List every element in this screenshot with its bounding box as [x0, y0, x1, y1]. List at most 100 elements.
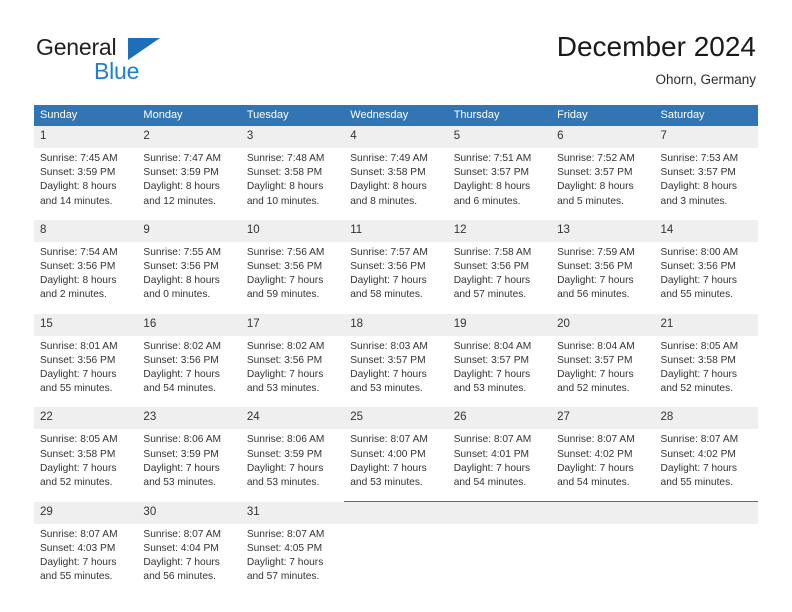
day-number: 12: [447, 219, 552, 242]
calendar-header-row: Sunday Monday Tuesday Wednesday Thursday…: [34, 105, 758, 126]
sunset-time: Sunset: 3:57 PM: [453, 354, 530, 366]
day-number: 9: [137, 219, 241, 242]
daylight-line1: Daylight: 7 hours: [453, 275, 531, 287]
daylight-line1: Daylight: 7 hours: [246, 557, 324, 569]
sunrise-sunset-calendar: Sunday Monday Tuesday Wednesday Thursday…: [34, 105, 758, 585]
day-details: Sunrise: 7:59 AM Sunset: 3:56 PM Daylight:…: [551, 242, 654, 303]
logo-text-general: General: [36, 34, 117, 60]
calendar-day-cell[interactable]: 3 Sunrise: 7:48 AM Sunset: 3:58 PM Daylight…: [240, 126, 345, 209]
daylight-line1: Daylight: 7 hours: [453, 462, 531, 474]
daylight-line1: Daylight: 7 hours: [143, 557, 220, 569]
sunset-time: Sunset: 3:58 PM: [350, 167, 426, 179]
day-details: Sunrise: 7:57 AM Sunset: 3:56 PM Daylight:…: [344, 242, 447, 303]
calendar-day-cell[interactable]: 14 Sunrise: 8:00 AM Sunset: 3:56 PM Dayligh…: [654, 219, 758, 303]
calendar-day-cell[interactable]: 7 Sunrise: 7:53 AM Sunset: 3:57 PM Daylight…: [654, 126, 758, 209]
sunrise-time: Sunrise: 8:02 AM: [143, 340, 222, 352]
sunset-time: Sunset: 3:56 PM: [557, 261, 633, 273]
sunrise-time: Sunrise: 8:07 AM: [143, 528, 222, 540]
calendar-day-cell[interactable]: 5 Sunrise: 7:51 AM Sunset: 3:57 PM Daylight…: [447, 126, 552, 209]
weekday-header-saturday: Saturday: [654, 105, 758, 126]
logo-sail-icon: [128, 38, 160, 60]
sunrise-time: Sunrise: 7:45 AM: [40, 153, 118, 164]
daylight-line2: and 57 minutes.: [246, 571, 320, 583]
daylight-line1: Daylight: 7 hours: [453, 369, 531, 381]
daylight-line2: and 54 minutes.: [453, 477, 527, 489]
day-details: Sunrise: 8:04 AM Sunset: 3:57 PM Daylight:…: [448, 336, 551, 397]
daylight-line1: Daylight: 8 hours: [557, 181, 634, 193]
calendar-day-cell[interactable]: 24 Sunrise: 8:06 AM Sunset: 3:59 PM Dayligh…: [240, 407, 345, 491]
calendar-day-cell[interactable]: 17 Sunrise: 8:02 AM Sunset: 3:56 PM Dayligh…: [240, 313, 345, 397]
week-spacer: [34, 208, 758, 220]
sunset-time: Sunset: 3:58 PM: [40, 448, 116, 460]
calendar-day-cell[interactable]: 20 Sunrise: 8:04 AM Sunset: 3:57 PM Dayligh…: [551, 313, 655, 397]
sunrise-time: Sunrise: 8:06 AM: [246, 434, 325, 446]
sunset-time: Sunset: 4:05 PM: [246, 542, 323, 554]
sunrise-time: Sunrise: 7:57 AM: [350, 246, 428, 258]
sunrise-time: Sunrise: 7:56 AM: [246, 246, 325, 258]
calendar-day-cell[interactable]: 1 Sunrise: 7:45 AM Sunset: 3:59 PM Daylight…: [34, 126, 138, 209]
calendar-day-cell[interactable]: 9 Sunrise: 7:55 AM Sunset: 3:56 PM Daylight…: [137, 219, 241, 303]
day-number: [551, 502, 655, 525]
title-block: December 2024 Ohorn, Germany: [557, 30, 756, 88]
daylight-line2: and 53 minutes.: [143, 477, 216, 489]
sunset-time: Sunset: 3:59 PM: [143, 167, 219, 179]
day-number: 11: [344, 219, 448, 242]
sunset-time: Sunset: 4:03 PM: [40, 542, 116, 554]
calendar-day-cell[interactable]: 11 Sunrise: 7:57 AM Sunset: 3:56 PM Dayligh…: [344, 219, 448, 303]
calendar-day-cell[interactable]: 25 Sunrise: 8:07 AM Sunset: 4:00 PM Dayligh…: [344, 407, 448, 491]
daylight-line1: Daylight: 7 hours: [246, 462, 324, 474]
calendar-day-cell[interactable]: 13 Sunrise: 7:59 AM Sunset: 3:56 PM Dayligh…: [551, 219, 655, 303]
daylight-line2: and 56 minutes.: [557, 289, 630, 301]
daylight-line1: Daylight: 7 hours: [40, 462, 117, 474]
calendar-day-cell[interactable]: 16 Sunrise: 8:02 AM Sunset: 3:56 PM Dayligh…: [137, 313, 241, 397]
calendar-day-cell[interactable]: 23 Sunrise: 8:06 AM Sunset: 3:59 PM Dayligh…: [137, 407, 241, 491]
day-details: Sunrise: 8:07 AM Sunset: 4:02 PM Daylight:…: [551, 429, 654, 490]
calendar-week-row: 22 Sunrise: 8:05 AM Sunset: 3:58 PM Dayligh…: [34, 407, 758, 491]
calendar-day-cell[interactable]: 19 Sunrise: 8:04 AM Sunset: 3:57 PM Dayligh…: [447, 313, 552, 397]
weekday-header-thursday: Thursday: [447, 105, 552, 126]
day-details: Sunrise: 7:55 AM Sunset: 3:56 PM Daylight:…: [137, 242, 240, 303]
logo-text-blue: Blue: [94, 58, 140, 84]
week-spacer: [34, 302, 758, 314]
calendar-day-cell[interactable]: 4 Sunrise: 7:49 AM Sunset: 3:58 PM Daylight…: [344, 126, 448, 209]
calendar-day-cell[interactable]: 6 Sunrise: 7:52 AM Sunset: 3:57 PM Daylight…: [551, 126, 655, 209]
calendar-day-cell[interactable]: 28 Sunrise: 8:07 AM Sunset: 4:02 PM Dayligh…: [654, 407, 758, 491]
calendar-day-cell[interactable]: 26 Sunrise: 8:07 AM Sunset: 4:01 PM Dayligh…: [447, 407, 552, 491]
daylight-line2: and 56 minutes.: [143, 571, 216, 583]
calendar-day-cell[interactable]: 15 Sunrise: 8:01 AM Sunset: 3:56 PM Dayligh…: [34, 313, 138, 397]
calendar-day-cell[interactable]: 22 Sunrise: 8:05 AM Sunset: 3:58 PM Dayligh…: [34, 407, 138, 491]
sunset-time: Sunset: 3:59 PM: [40, 167, 116, 179]
daylight-line2: and 57 minutes.: [453, 289, 527, 301]
calendar-day-cell[interactable]: 2 Sunrise: 7:47 AM Sunset: 3:59 PM Daylight…: [137, 126, 241, 209]
calendar-empty-cell: [344, 501, 448, 585]
calendar-day-cell[interactable]: 29 Sunrise: 8:07 AM Sunset: 4:03 PM Dayligh…: [34, 501, 138, 585]
week-spacer-cell: [34, 396, 758, 408]
calendar-day-cell[interactable]: 27 Sunrise: 8:07 AM Sunset: 4:02 PM Dayligh…: [551, 407, 655, 491]
calendar-day-cell[interactable]: 10 Sunrise: 7:56 AM Sunset: 3:56 PM Dayligh…: [240, 219, 345, 303]
daylight-line1: Daylight: 7 hours: [40, 369, 117, 381]
sunrise-time: Sunrise: 7:49 AM: [350, 153, 428, 164]
daylight-line1: Daylight: 7 hours: [350, 275, 427, 287]
daylight-line2: and 54 minutes.: [143, 383, 216, 395]
calendar-body: 1 Sunrise: 7:45 AM Sunset: 3:59 PM Daylight…: [34, 126, 758, 585]
sunrise-time: Sunrise: 7:52 AM: [557, 153, 635, 164]
day-number: 14: [654, 219, 758, 242]
sunrise-time: Sunrise: 7:59 AM: [557, 246, 635, 258]
sunset-time: Sunset: 3:59 PM: [246, 448, 323, 460]
sunrise-time: Sunrise: 7:47 AM: [143, 153, 222, 164]
day-number: [344, 502, 448, 525]
calendar-day-cell[interactable]: 31 Sunrise: 8:07 AM Sunset: 4:05 PM Dayligh…: [240, 501, 345, 585]
day-number: 17: [240, 313, 345, 336]
day-number: 19: [447, 313, 552, 336]
sunrise-time: Sunrise: 8:07 AM: [246, 528, 325, 540]
calendar-day-cell[interactable]: 8 Sunrise: 7:54 AM Sunset: 3:56 PM Daylight…: [34, 219, 138, 303]
calendar-day-cell[interactable]: 12 Sunrise: 7:58 AM Sunset: 3:56 PM Dayligh…: [447, 219, 552, 303]
weekday-header-monday: Monday: [137, 105, 241, 126]
day-number: 8: [34, 219, 138, 242]
calendar-day-cell[interactable]: 18 Sunrise: 8:03 AM Sunset: 3:57 PM Dayligh…: [344, 313, 448, 397]
calendar-day-cell[interactable]: 21 Sunrise: 8:05 AM Sunset: 3:58 PM Dayligh…: [654, 313, 758, 397]
sunrise-time: Sunrise: 8:07 AM: [40, 528, 118, 540]
calendar-day-cell[interactable]: 30 Sunrise: 8:07 AM Sunset: 4:04 PM Dayligh…: [137, 501, 241, 585]
sunrise-time: Sunrise: 7:58 AM: [453, 246, 532, 258]
day-details: Sunrise: 7:48 AM Sunset: 3:58 PM Daylight:…: [241, 148, 344, 209]
